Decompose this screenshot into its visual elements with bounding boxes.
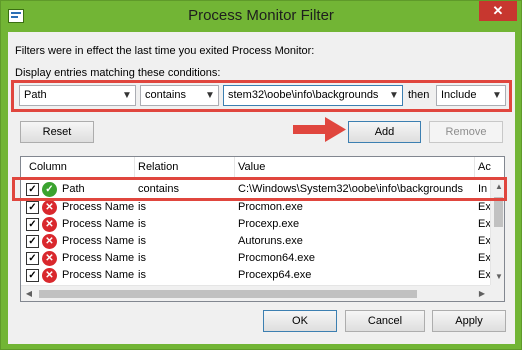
value-combobox-text: stem32\oobe\info\backgrounds (228, 89, 379, 101)
row-column: Process Name (62, 269, 135, 281)
column-header-relation[interactable]: Relation (138, 161, 178, 173)
scrollbar-corner (490, 285, 504, 301)
row-column: Process Name (62, 218, 135, 230)
action-select[interactable]: Include ▼ (436, 85, 506, 106)
row-relation: is (138, 201, 146, 213)
table-row[interactable]: ✓ ✕ Process Name is Procmon.exe Ex (21, 199, 491, 216)
column-header-value[interactable]: Value (238, 161, 265, 173)
row-action: Ex (478, 269, 491, 281)
scroll-down-arrow-icon[interactable]: ▼ (491, 269, 504, 285)
horizontal-scrollbar[interactable]: ◀ ▶ (21, 285, 490, 301)
chevron-down-icon: ▼ (202, 86, 218, 105)
ok-button[interactable]: OK (263, 310, 337, 332)
title-bar[interactable]: Process Monitor Filter ✕ (1, 1, 521, 31)
row-checkbox[interactable]: ✓ (26, 269, 39, 282)
chevron-down-icon: ▼ (386, 86, 402, 105)
table-row[interactable]: ✓ ✕ Process Name is Autoruns.exe Ex (21, 233, 491, 250)
chevron-down-icon: ▼ (119, 86, 135, 105)
column-header-action[interactable]: Ac (478, 161, 491, 173)
cancel-button[interactable]: Cancel (345, 310, 425, 332)
x-circle-icon: ✕ (42, 217, 57, 232)
scrollbar-thumb[interactable] (39, 290, 417, 298)
table-row[interactable]: ✓ ✕ Process Name is Procexp.exe Ex (21, 216, 491, 233)
header-divider[interactable] (234, 157, 235, 179)
reset-button[interactable]: Reset (20, 121, 94, 143)
row-action: Ex (478, 252, 491, 264)
then-label: then (408, 89, 430, 101)
conditions-label: Display entries matching these condition… (15, 67, 221, 79)
scrollbar-thumb[interactable] (494, 197, 503, 227)
x-circle-icon: ✕ (42, 251, 57, 266)
row-column: Process Name (62, 252, 135, 264)
row-value: Procexp.exe (238, 218, 300, 230)
row-action: Ex (478, 235, 491, 247)
add-button[interactable]: Add (348, 121, 421, 143)
relation-select[interactable]: contains ▼ (140, 85, 219, 106)
column-header-column[interactable]: Column (29, 161, 67, 173)
row-value: Procmon.exe (238, 201, 303, 213)
list-header: Column Relation Value Ac (21, 157, 504, 179)
row-checkbox[interactable]: ✓ (26, 252, 39, 265)
table-row[interactable]: ✓ ✕ Process Name is Procmon64.exe Ex (21, 250, 491, 267)
row-relation: is (138, 269, 146, 281)
value-combobox[interactable]: stem32\oobe\info\backgrounds ▼ (223, 85, 403, 106)
chevron-down-icon: ▼ (489, 86, 505, 105)
path-row-highlight (12, 177, 507, 201)
info-text: Filters were in effect the last time you… (15, 45, 315, 57)
window-title: Process Monitor Filter (188, 7, 334, 24)
apply-button[interactable]: Apply (432, 310, 506, 332)
row-column: Process Name (62, 201, 135, 213)
action-select-value: Include (441, 89, 477, 101)
row-action: Ex (478, 218, 491, 230)
row-column: Process Name (62, 235, 135, 247)
row-value: Procmon64.exe (238, 252, 316, 264)
row-value: Autoruns.exe (238, 235, 303, 247)
header-divider[interactable] (134, 157, 135, 179)
relation-select-value: contains (145, 89, 186, 101)
row-checkbox[interactable]: ✓ (26, 235, 39, 248)
filter-dialog: Process Monitor Filter ✕ Filters were in… (0, 0, 522, 350)
row-action: Ex (478, 201, 491, 213)
row-checkbox[interactable]: ✓ (26, 218, 39, 231)
x-circle-icon: ✕ (42, 200, 57, 215)
scroll-right-arrow-icon[interactable]: ▶ (474, 286, 490, 301)
row-relation: is (138, 252, 146, 264)
header-divider[interactable] (474, 157, 475, 179)
table-row[interactable]: ✓ ✕ Process Name is Procexp64.exe Ex (21, 267, 491, 284)
column-select[interactable]: Path ▼ (19, 85, 136, 106)
row-relation: is (138, 218, 146, 230)
row-relation: is (138, 235, 146, 247)
x-circle-icon: ✕ (42, 268, 57, 283)
red-arrow-annotation (293, 117, 346, 142)
scroll-left-arrow-icon[interactable]: ◀ (21, 286, 37, 301)
x-circle-icon: ✕ (42, 234, 57, 249)
row-checkbox[interactable]: ✓ (26, 201, 39, 214)
column-select-value: Path (24, 89, 47, 101)
dialog-body: Filters were in effect the last time you… (8, 32, 515, 344)
close-button[interactable]: ✕ (479, 1, 517, 21)
row-value: Procexp64.exe (238, 269, 312, 281)
remove-button[interactable]: Remove (429, 121, 503, 143)
